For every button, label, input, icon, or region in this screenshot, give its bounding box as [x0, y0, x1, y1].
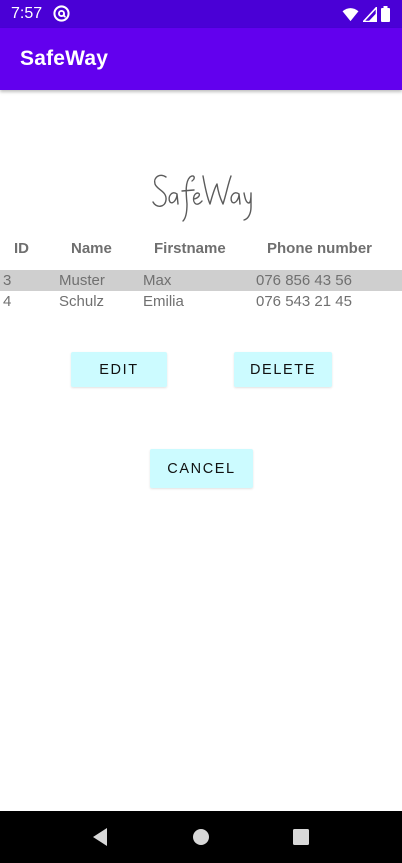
status-icons	[342, 5, 390, 23]
delete-button[interactable]: DELETE	[234, 352, 332, 387]
cell-phone: 076 856 43 56	[256, 272, 352, 289]
navigation-bar	[0, 811, 402, 863]
battery-icon	[381, 6, 390, 22]
status-time: 7:57	[11, 5, 43, 22]
table-row[interactable]: 4 Schulz Emilia 076 543 21 45	[0, 291, 402, 312]
edit-button[interactable]: EDIT	[71, 352, 167, 387]
signal-icon	[363, 6, 377, 22]
cell-phone: 076 543 21 45	[256, 293, 352, 310]
status-bar: 7:57	[0, 0, 402, 28]
safeway-logo	[152, 174, 252, 222]
recents-icon[interactable]	[289, 825, 313, 849]
back-icon[interactable]	[89, 825, 113, 849]
phone-screen: 7:57 SafeWay ID Name Firstname Phone num…	[0, 0, 402, 863]
column-header-firstname: Firstname	[154, 240, 226, 257]
at-sign-notification-icon	[53, 5, 70, 22]
cell-firstname: Emilia	[143, 293, 184, 310]
column-header-phone: Phone number	[267, 240, 373, 257]
app-bar: SafeWay	[0, 28, 402, 90]
cell-id: 4	[3, 293, 12, 310]
wifi-icon	[342, 7, 359, 21]
cell-id: 3	[3, 272, 12, 289]
cell-firstname: Max	[143, 272, 172, 289]
cell-name: Muster	[59, 272, 105, 289]
cancel-button[interactable]: CANCEL	[150, 449, 253, 488]
home-icon[interactable]	[189, 825, 213, 849]
column-header-id: ID	[14, 240, 29, 257]
column-header-name: Name	[71, 240, 112, 257]
cell-name: Schulz	[59, 293, 105, 310]
table-row[interactable]: 3 Muster Max 076 856 43 56	[0, 270, 402, 291]
app-title: SafeWay	[20, 47, 109, 70]
